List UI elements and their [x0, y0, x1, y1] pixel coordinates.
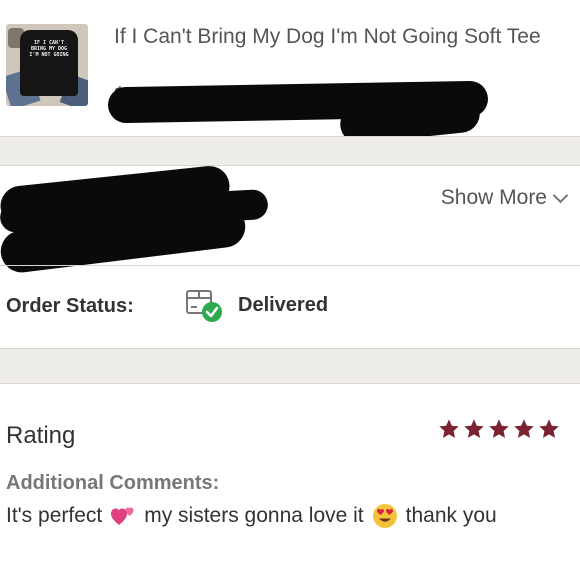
- shirt-print-text: IF I CAN'T BRING MY DOG I'M NOT GOING: [29, 40, 69, 58]
- section-separator: [0, 137, 580, 165]
- comment-text: It's perfect my sisters gonna love it th…: [6, 503, 497, 529]
- show-more-button[interactable]: Show More: [440, 186, 569, 210]
- show-more-label: Show More: [440, 186, 547, 209]
- divider: [0, 165, 580, 166]
- star-icon: [489, 419, 509, 438]
- product-card[interactable]: IF I CAN'T BRING MY DOG I'M NOT GOING If…: [0, 0, 580, 146]
- star-icon: [464, 419, 484, 438]
- divider: [0, 265, 580, 266]
- product-thumbnail[interactable]: IF I CAN'T BRING MY DOG I'M NOT GOING: [6, 24, 88, 106]
- comment-part: my sisters gonna love it: [144, 504, 364, 527]
- rating-title: Rating: [6, 422, 76, 449]
- chevron-down-icon: [552, 187, 569, 203]
- heart-eyes-emoji: [372, 504, 397, 528]
- order-status-value: Delivered: [238, 294, 329, 316]
- order-status-label: Order Status:: [6, 295, 134, 317]
- product-title[interactable]: If I Can't Bring My Dog I'm Not Going So…: [114, 22, 564, 51]
- star-rating: [438, 418, 560, 440]
- section-separator: [0, 349, 580, 383]
- comment-part: thank you: [405, 504, 497, 527]
- star-icon: [539, 419, 559, 438]
- comment-part: It's perfect: [6, 504, 103, 527]
- two-hearts-emoji: [111, 507, 134, 525]
- delivered-box-check-icon: [186, 290, 222, 322]
- additional-comments-label: Additional Comments:: [6, 472, 220, 494]
- star-icon: [439, 419, 459, 438]
- divider: [0, 383, 580, 384]
- star-icon: [514, 419, 534, 438]
